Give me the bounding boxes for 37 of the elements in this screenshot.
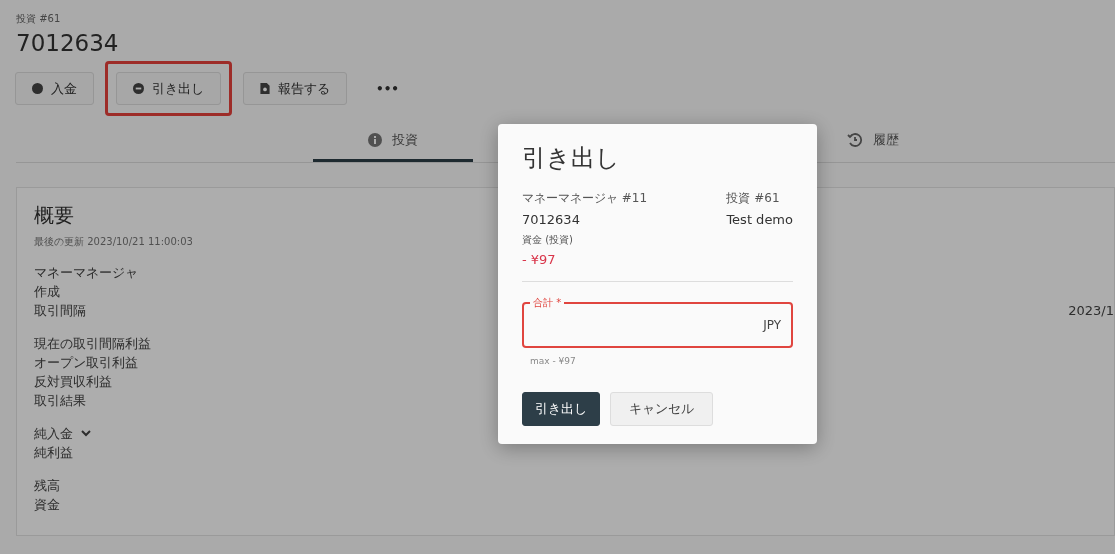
document-icon	[260, 83, 270, 94]
tab[interactable]: 投資	[313, 120, 473, 162]
row-value: 2023/1	[1068, 302, 1114, 320]
row-label: 反対買収利益	[34, 373, 112, 391]
action-button[interactable]: 入金	[15, 72, 94, 105]
row-label: 取引結果	[34, 392, 86, 410]
more-button[interactable]: •••	[372, 77, 403, 100]
action-button[interactable]: 報告する	[243, 72, 347, 105]
row-label: 取引間隔	[34, 302, 86, 320]
breadcrumb: 投資 #61	[16, 12, 62, 26]
page-title: 7012634	[16, 30, 120, 56]
last-updated: 最後の更新 2023/10/21 11:00:03	[34, 235, 193, 249]
dialog-button[interactable]: キャンセル	[610, 392, 713, 426]
info-value: Test demo	[726, 212, 793, 227]
row-label: 資金	[34, 496, 60, 514]
field-hint: max - ¥97	[530, 356, 577, 366]
dialog-button[interactable]: 引き出し	[522, 392, 600, 426]
row-label: 残高	[34, 477, 60, 495]
row-label: オープン取引利益	[34, 354, 138, 372]
row-label: 純入金	[34, 425, 73, 443]
info-icon	[368, 132, 382, 147]
minus-circle-icon	[133, 83, 144, 94]
funds-value: - ¥97	[522, 252, 557, 267]
row-label: 現在の取引間隔利益	[34, 335, 151, 353]
row-label: マネーマネージャ	[34, 264, 138, 282]
funds-label: 資金 (投資)	[522, 233, 573, 247]
info-value: 7012634	[522, 212, 581, 227]
action-button[interactable]: 引き出し	[116, 72, 221, 105]
card-title: 概要	[34, 202, 74, 229]
info-label: 投資 #61	[726, 190, 780, 207]
row-label: 純利益	[34, 444, 73, 462]
dialog-title: 引き出し	[522, 143, 621, 174]
row-label: 作成	[34, 283, 60, 301]
tab[interactable]: 履歴	[793, 120, 953, 162]
info-label: マネーマネージャ #11	[522, 190, 648, 207]
history-icon	[847, 131, 863, 148]
chevron-down-icon[interactable]	[81, 430, 91, 437]
